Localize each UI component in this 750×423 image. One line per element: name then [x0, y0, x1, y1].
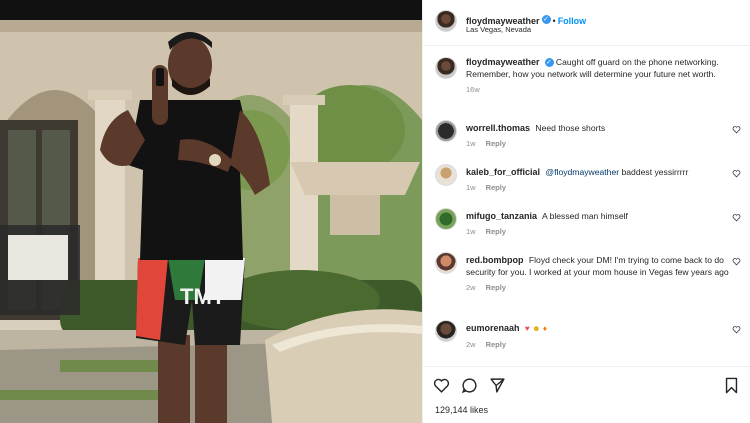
comment-like-heart-icon[interactable] — [732, 213, 741, 222]
post-details-panel: floydmayweather ✓ • Follow Las Vegas, Nevad… — [422, 0, 750, 423]
red-heart-emoji-icon: ♥ — [524, 324, 530, 333]
commenter-avatar[interactable] — [435, 208, 457, 230]
comment-meta: 1w Reply — [466, 226, 740, 238]
post-actions-bar: 129,144 likes — [423, 366, 750, 423]
comment-body: eumorenaah ♥ ☻ ♦ 2w Reply — [466, 322, 740, 351]
verified-badge-icon: ✓ — [544, 58, 554, 68]
comment-text: A blessed man himself — [541, 211, 628, 221]
separator-dot: • — [552, 16, 556, 26]
comment-time[interactable]: 2w — [466, 283, 476, 292]
caption-meta: 16w — [466, 84, 740, 96]
comment-username[interactable]: eumorenaah — [466, 323, 520, 333]
comment-body: kaleb_for_official @floydmayweather badd… — [466, 166, 740, 194]
fire-emoji-icon: ♦ — [542, 324, 547, 333]
comment-username[interactable]: kaleb_for_official — [466, 167, 540, 177]
post-header: floydmayweather ✓ • Follow Las Vegas, Nevad… — [423, 0, 750, 46]
action-icons-group — [433, 377, 506, 394]
commenter-avatar[interactable] — [435, 320, 457, 342]
comment-like-heart-icon[interactable] — [732, 257, 741, 266]
comment-mention[interactable]: @floydmayweather — [545, 167, 619, 177]
caption-author-avatar[interactable] — [435, 57, 457, 79]
author-avatar[interactable] — [435, 10, 457, 32]
bookmark-icon[interactable] — [724, 377, 739, 394]
comment-username[interactable]: worrell.thomas — [466, 123, 530, 133]
heart-icon[interactable] — [433, 377, 450, 394]
comment-text: baddest yessirrrrr — [621, 167, 689, 177]
reply-button[interactable]: Reply — [486, 139, 506, 148]
comment-text: Need those shorts — [535, 123, 606, 133]
comment-body: red.bombpop Floyd check your DM! I'm try… — [466, 254, 740, 294]
instagram-post-view: TMT floydmayweather ✓ • Follow Las Vegas… — [0, 0, 750, 423]
comment-meta: 2w Reply — [466, 339, 740, 351]
commenter-avatar[interactable] — [435, 120, 457, 142]
comment-username[interactable]: red.bombpop — [466, 255, 524, 265]
reply-button[interactable]: Reply — [486, 183, 506, 192]
verified-badge-icon: ✓ — [541, 15, 551, 25]
comment-body: worrell.thomas Need those shorts 1w Reply — [466, 122, 740, 150]
reply-button[interactable]: Reply — [486, 227, 506, 236]
comments-section: floydmayweather ✓ Caught off guard on the… — [423, 46, 750, 366]
reply-button[interactable]: Reply — [486, 340, 506, 349]
shorts-logo: TMT — [180, 284, 226, 309]
caption-time[interactable]: 16w — [466, 85, 480, 94]
commenter-avatar[interactable] — [435, 164, 457, 186]
share-icon[interactable] — [489, 377, 506, 394]
comment-meta: 2w Reply — [466, 282, 740, 294]
comment-time[interactable]: 1w — [466, 227, 476, 236]
comment-like-heart-icon[interactable] — [732, 125, 741, 134]
save-button[interactable] — [724, 377, 739, 394]
comment-like-heart-icon[interactable] — [732, 169, 741, 178]
comment-time[interactable]: 2w — [466, 340, 476, 349]
caption-username[interactable]: floydmayweather — [466, 57, 540, 67]
post-photo[interactable]: TMT — [0, 0, 422, 423]
caption-text-block: floydmayweather ✓ Caught off guard on the… — [466, 56, 740, 96]
follow-button[interactable]: Follow — [558, 16, 587, 26]
comment-time[interactable]: 1w — [466, 183, 476, 192]
comment-username[interactable]: mifugo_tanzania — [466, 211, 537, 221]
comment-like-heart-icon[interactable] — [732, 325, 741, 334]
comment-body: mifugo_tanzania A blessed man himself 1w… — [466, 210, 740, 238]
comment-meta: 1w Reply — [466, 182, 740, 194]
commenter-avatar[interactable] — [435, 252, 457, 274]
comment-time[interactable]: 1w — [466, 139, 476, 148]
post-image: TMT — [0, 0, 422, 423]
post-location[interactable]: Las Vegas, Nevada — [466, 25, 531, 34]
reply-button[interactable]: Reply — [486, 283, 506, 292]
comment-meta: 1w Reply — [466, 138, 740, 150]
likes-count[interactable]: 129,144 likes — [435, 405, 488, 415]
comment-icon[interactable] — [461, 377, 478, 394]
heart-eyes-emoji-icon: ☻ — [532, 324, 541, 333]
